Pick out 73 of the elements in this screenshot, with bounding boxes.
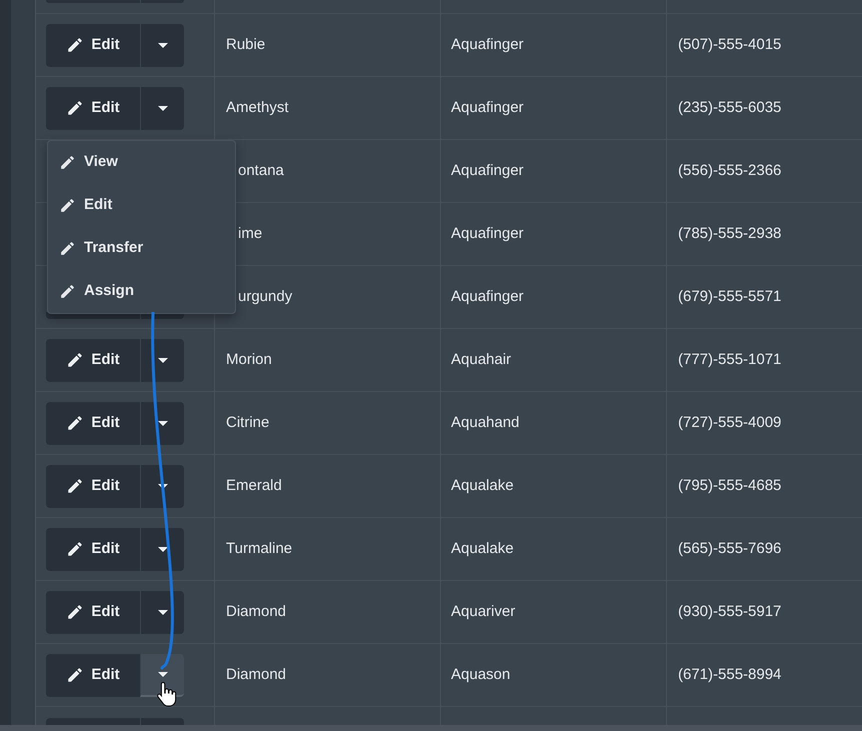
edit-button[interactable]: Edit [46, 528, 140, 570]
menu-item[interactable]: Edit [48, 184, 235, 227]
name-text: Morion [226, 350, 272, 370]
dropdown-toggle-button[interactable] [140, 402, 184, 444]
caret-icon [158, 106, 168, 110]
caret-icon [158, 358, 168, 362]
phone-text: (777)-555-1071 [678, 350, 782, 370]
phone-text: (556)-555-2366 [678, 160, 782, 181]
edit-button[interactable]: Edit [46, 464, 140, 508]
phone-text: (565)-555-7696 [678, 538, 782, 559]
phone-text: (671)-555-8994 [678, 664, 782, 685]
dropdown-toggle-button[interactable] [140, 24, 184, 66]
pencil-icon [59, 283, 76, 300]
edit-button[interactable]: Edit [46, 590, 140, 634]
pencil-icon [66, 666, 84, 684]
name-text: ontana [238, 160, 284, 181]
caret-icon [158, 42, 168, 48]
name-text: ime [238, 224, 262, 244]
company-text: Aquafinger [451, 286, 524, 307]
dropdown-toggle-button[interactable] [140, 464, 184, 508]
menu-item[interactable]: Transfer [48, 227, 235, 270]
name-text: urgundy [238, 286, 292, 307]
caret-icon [158, 610, 168, 614]
menu-item[interactable]: View [48, 141, 235, 184]
company-text: Aquafinger [451, 34, 524, 55]
phone-text: (235)-555-6035 [678, 98, 782, 118]
pencil-icon [59, 154, 76, 171]
company-text: Aqualake [451, 538, 514, 559]
menu-item[interactable]: Assign [48, 270, 235, 313]
pencil-icon [66, 351, 84, 369]
name-text: Diamond [226, 664, 286, 685]
edit-button[interactable]: Edit [46, 24, 140, 66]
name-text: Emerald [226, 476, 282, 496]
pencil-icon [59, 240, 76, 257]
pencil-icon [66, 99, 84, 117]
caret-icon [158, 484, 168, 488]
name-text: Amethyst [226, 98, 289, 118]
hand-cursor-icon [157, 681, 177, 707]
phone-text: (727)-555-4009 [678, 412, 782, 433]
edit-button[interactable]: Edit [46, 402, 140, 444]
phone-text: (785)-555-2938 [678, 224, 782, 244]
caret-icon [158, 546, 168, 552]
company-text: Aqualake [451, 476, 514, 496]
pencil-icon [66, 414, 84, 432]
name-text: Turmaline [226, 538, 292, 559]
pencil-icon [66, 603, 84, 621]
phone-text: (507)-555-4015 [678, 34, 782, 55]
pencil-icon [66, 477, 84, 495]
company-text: Aquafinger [451, 160, 524, 181]
phone-text: (930)-555-5917 [678, 602, 782, 622]
company-text: Aquariver [451, 602, 516, 622]
company-text: Aquafinger [451, 98, 524, 118]
caret-icon [158, 672, 168, 676]
dropdown-toggle-button[interactable] [140, 338, 184, 382]
company-text: Aquason [451, 664, 510, 685]
company-text: Aquafinger [451, 224, 524, 244]
caret-icon [158, 420, 168, 426]
pencil-icon [59, 197, 76, 214]
phone-text: (679)-555-5571 [678, 286, 782, 307]
dropdown-toggle-button[interactable] [140, 86, 184, 130]
edit-button[interactable]: Edit [46, 654, 140, 696]
phone-text: (795)-555-4685 [678, 476, 782, 496]
dropdown-toggle-button[interactable] [140, 590, 184, 634]
name-text: Citrine [226, 412, 270, 433]
dropdown-toggle-button[interactable] [140, 528, 184, 570]
company-text: Aquahair [451, 350, 512, 370]
pencil-icon [66, 36, 84, 54]
company-text: Aquahand [451, 412, 520, 433]
edit-button[interactable]: Edit [46, 86, 140, 130]
name-text: Diamond [226, 602, 286, 622]
name-text: Rubie [226, 34, 266, 55]
edit-button[interactable]: Edit [46, 338, 140, 382]
pencil-icon [66, 540, 84, 558]
